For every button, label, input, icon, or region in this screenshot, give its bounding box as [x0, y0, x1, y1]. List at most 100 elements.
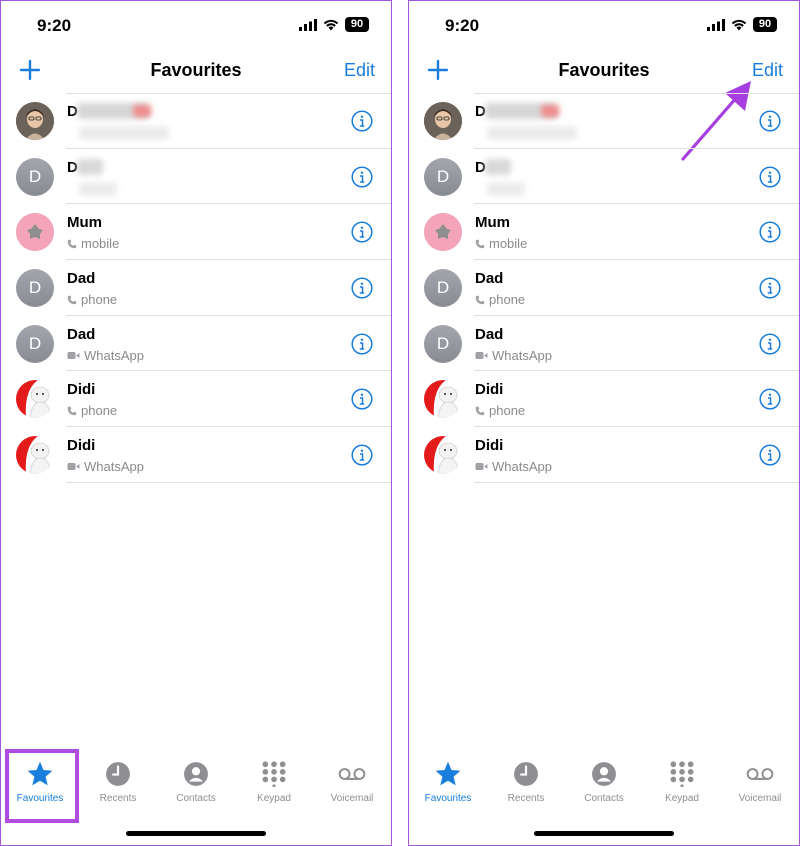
phone-screen-right: 9:20 90 Favourites Edit D D D Mum mobile… [408, 0, 800, 846]
favourites-list: D D D Mum mobile D Dad phone D Dad Whats… [409, 93, 799, 483]
tab-label: Recents [99, 793, 137, 804]
contact-label: phone [489, 292, 526, 308]
tab-keypad[interactable]: Keypad [235, 749, 313, 815]
contact-name: Dad [67, 325, 96, 343]
tab-recents[interactable]: Recents [79, 749, 157, 815]
info-icon[interactable] [351, 166, 373, 188]
contact-name: Didi [67, 381, 96, 399]
favourite-row[interactable]: D Dad phone [409, 260, 799, 316]
info-icon[interactable] [759, 221, 781, 243]
contact-photo-avatar [16, 380, 54, 419]
tab-label: Voicemail [738, 793, 782, 804]
info-icon[interactable] [759, 166, 781, 188]
contact-label: WhatsApp [492, 459, 552, 475]
contact-name: Dad [67, 270, 96, 288]
info-icon[interactable] [351, 444, 373, 466]
phone-icon [475, 406, 485, 416]
initial-avatar: D [16, 269, 54, 308]
favourite-row[interactable]: D Dad phone [1, 260, 391, 316]
tab-voicemail[interactable]: Voicemail [721, 749, 799, 815]
contact-label: phone [81, 292, 118, 308]
video-icon [67, 463, 80, 471]
edit-button[interactable]: Edit [344, 60, 375, 81]
wifi-icon [323, 19, 339, 30]
tab-label: Favourites [424, 793, 472, 804]
tab-favourites[interactable]: Favourites [409, 749, 487, 815]
info-icon[interactable] [351, 221, 373, 243]
tab-contacts[interactable]: Contacts [565, 749, 643, 815]
favourite-row[interactable]: Didi phone [1, 371, 391, 428]
favourite-row[interactable]: D [1, 93, 391, 149]
status-time: 9:20 [445, 16, 480, 35]
contact-label: WhatsApp [84, 347, 144, 363]
home-indicator[interactable] [534, 831, 674, 836]
tab-keypad[interactable]: Keypad [643, 749, 721, 815]
star-icon [435, 761, 461, 786]
favourite-row[interactable]: Mum mobile [409, 204, 799, 261]
info-icon[interactable] [351, 388, 373, 410]
tab-label: Keypad [257, 793, 291, 804]
status-time: 9:20 [37, 16, 72, 35]
contact-name: Didi [67, 437, 96, 455]
tab-label: Contacts [176, 793, 216, 804]
contact-name: Mum [475, 214, 510, 232]
tab-label: Favourites [16, 793, 64, 804]
phone-icon [67, 239, 77, 249]
phone-screen-left: 9:20 90 Favourites Edit D D D Mum mobile… [0, 0, 392, 846]
initial-avatar: D [16, 157, 54, 196]
page-title: Favourites [558, 60, 650, 80]
info-icon[interactable] [759, 110, 781, 132]
favourite-row[interactable]: D D [409, 149, 799, 205]
contact-label: phone [489, 403, 526, 419]
info-icon[interactable] [759, 388, 781, 410]
contact-photo-avatar [16, 436, 54, 475]
tab-bar: Favourites Recents Contacts Keypad Voice… [409, 749, 799, 815]
tab-label: Keypad [665, 793, 699, 804]
contact-photo-avatar [424, 213, 462, 252]
favourite-row[interactable]: D Dad WhatsApp [1, 316, 391, 372]
video-icon [475, 351, 488, 359]
contact-name: Didi [475, 437, 504, 455]
info-icon[interactable] [759, 333, 781, 355]
contact-name: Dad [475, 270, 504, 288]
favourite-row[interactable]: D D [1, 149, 391, 205]
contact-name: Didi [475, 381, 504, 399]
tab-label: Recents [507, 793, 545, 804]
favourite-row[interactable]: Didi phone [409, 371, 799, 428]
person-icon [592, 762, 616, 786]
favourite-row[interactable]: Didi WhatsApp [1, 427, 391, 483]
page-title: Favourites [150, 60, 242, 80]
favourite-row[interactable]: D Dad WhatsApp [409, 316, 799, 372]
info-icon[interactable] [351, 277, 373, 299]
clock-icon [106, 762, 130, 786]
contact-label: mobile [81, 236, 120, 252]
keypad-icon [262, 761, 286, 787]
favourites-list: D D D Mum mobile D Dad phone D Dad Whats… [1, 93, 391, 483]
tab-voicemail[interactable]: Voicemail [313, 749, 391, 815]
home-indicator[interactable] [126, 831, 266, 836]
battery-indicator: 90 [345, 17, 369, 32]
favourite-row[interactable]: Didi WhatsApp [409, 427, 799, 483]
edit-button[interactable]: Edit [752, 60, 783, 81]
contact-label: mobile [489, 236, 528, 252]
battery-indicator: 90 [753, 17, 777, 32]
video-icon [475, 463, 488, 471]
contact-photo-avatar [424, 102, 462, 140]
info-icon[interactable] [351, 333, 373, 355]
tab-recents[interactable]: Recents [487, 749, 565, 815]
info-icon[interactable] [759, 277, 781, 299]
favourite-row[interactable]: Mum mobile [1, 204, 391, 261]
status-icons: 90 [299, 17, 369, 32]
keypad-icon [670, 761, 694, 787]
favourite-row[interactable]: D [409, 93, 799, 149]
contact-photo-avatar [16, 213, 54, 252]
info-icon[interactable] [759, 444, 781, 466]
wifi-icon [731, 19, 747, 30]
person-icon [184, 762, 208, 786]
tab-contacts[interactable]: Contacts [157, 749, 235, 815]
nav-bar: Favourites Edit [409, 51, 799, 91]
star-icon [27, 761, 53, 786]
contact-label: WhatsApp [492, 347, 552, 363]
tab-favourites[interactable]: Favourites [1, 749, 79, 823]
info-icon[interactable] [351, 110, 373, 132]
